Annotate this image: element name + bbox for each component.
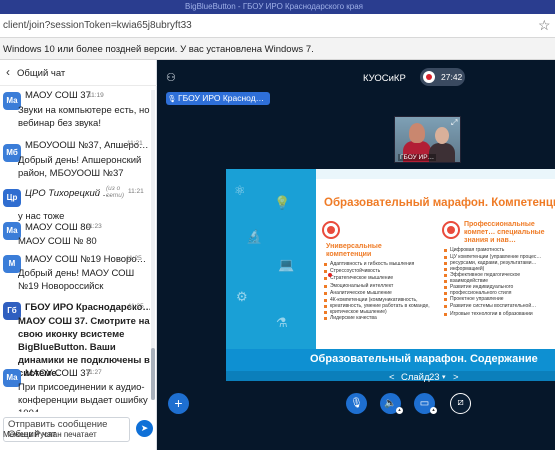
message-time: 11:25 — [126, 255, 142, 262]
chevron-left-icon[interactable]: ‹ — [6, 65, 10, 79]
message-time: 11:25 — [128, 303, 144, 310]
screen-share-button[interactable]: ⧄ — [450, 393, 471, 414]
chat-scrollbar[interactable] — [151, 90, 155, 400]
list-item: Лидерские качества — [324, 315, 430, 322]
browser-tab-bar: BigBlueButton - ГБОУ ИРО Краснодарского … — [0, 0, 555, 14]
actions-plus-button[interactable]: + — [168, 393, 189, 414]
send-button[interactable]: ➤ — [136, 420, 153, 437]
scrollbar-thumb[interactable] — [151, 348, 155, 400]
microscope-icon: 🔬 — [246, 229, 263, 244]
left-competence-list: Адаптивность и гибкость мышления Стрессо… — [324, 261, 430, 322]
expand-icon[interactable]: ⤢ — [451, 118, 457, 128]
audio-options-caret-icon[interactable]: ▴ — [396, 407, 403, 414]
warning-message: Windows 10 или более поздней версии. У в… — [3, 44, 314, 55]
typing-indicator: Межеев Руслан печатает — [3, 430, 97, 439]
chat-message-list: Ма МАОУ СОШ 37 11:19 Звуки на компьютере… — [0, 88, 150, 412]
gear-icon: ⚙ — [236, 289, 248, 304]
message-status: (из о сети) — [106, 185, 124, 199]
meeting-title: КУОСиКР — [363, 73, 406, 84]
list-item: Игровые технологии в образовании — [444, 311, 541, 318]
message-time: 11:21 — [127, 140, 143, 147]
message-sender: МАОУ СОШ 37 — [25, 368, 91, 379]
slide-label: Слайд — [401, 372, 430, 383]
previous-slide-button[interactable]: < — [389, 372, 395, 383]
right-competence-list: Цифровая грамотность ЦУ компетенции (упр… — [444, 247, 541, 318]
slide-title: Образовательный марафон. Компетенции — [324, 197, 555, 209]
list-item: Стрессоустойчивость — [324, 268, 430, 275]
camera-options-caret-icon[interactable]: ▴ — [430, 407, 437, 414]
universal-competence-icon — [322, 221, 340, 239]
message-sender: МАОУ СОШ 37 — [25, 90, 91, 101]
slide-top-stripe — [316, 169, 555, 179]
slide-navigation: < Слайд 23 ▾ > — [385, 372, 465, 385]
atom-icon: ⚛ — [234, 183, 246, 198]
message-text: Звуки на компьютере есть, но вебинар без… — [18, 105, 150, 129]
laptop-icon: 💻 — [278, 257, 295, 272]
browser-tab-title[interactable]: BigBlueButton - ГБОУ ИРО Краснодарского … — [185, 2, 363, 11]
speaker-icon: 🔈 — [384, 398, 397, 409]
webcam-person-head — [435, 127, 449, 144]
chevron-down-icon[interactable]: ▾ — [442, 373, 446, 381]
user-list-toggle-icon[interactable]: ⚇ — [166, 71, 176, 84]
message-time: 11:19 — [88, 92, 104, 99]
message-time: 11:23 — [86, 223, 102, 230]
left-column-heading: Универсальные компетенции — [326, 243, 382, 258]
presenter-name: ГБОУ ИРО Краснод… — [178, 93, 265, 103]
right-column-heading: Профессиональные компет… специальные зна… — [464, 221, 545, 244]
plus-icon: + — [174, 395, 183, 411]
message-time: 11:27 — [86, 369, 102, 376]
presenter-pointer — [328, 273, 332, 277]
camera-icon: ▭ — [419, 398, 430, 409]
microphone-icon: 🎙 — [350, 398, 363, 409]
professional-competence-icon — [442, 221, 460, 239]
presentation-slide: ⚛ 💡 🔬 💻 ⚙ ⚗ Образовательный марафон. Ком… — [226, 169, 555, 381]
next-slide-button[interactable]: > — [453, 372, 459, 383]
url-text[interactable]: client/join?sessionToken=kwia65j8ubryft3… — [3, 20, 192, 31]
chat-panel: ‹ Общий чат Ма МАОУ СОШ 37 11:19 Звуки н… — [0, 60, 157, 450]
screen-share-icon: ⧄ — [457, 397, 464, 408]
message-text: Добрый день! Апшеронский район, МБОУООШ … — [18, 155, 142, 179]
webcam-person-head — [409, 123, 425, 143]
lightbulb-icon: 💡 — [274, 195, 291, 210]
avatar: Цр — [3, 189, 21, 207]
bookmark-star-icon[interactable]: ☆ — [538, 17, 551, 34]
next-slide-title: Образовательный марафон. Содержание — [310, 353, 538, 365]
list-item: Эмоциональный интеллект — [324, 283, 430, 290]
recording-indicator[interactable]: 27:42 — [420, 68, 465, 86]
webcam-label: ГБОУ ИР… — [398, 154, 437, 161]
chat-header: ‹ Общий чат — [0, 60, 157, 86]
message-time: 11:21 — [128, 188, 144, 195]
slide-number-select[interactable]: 23 — [429, 372, 440, 383]
message-sender: ЦРО Тихорецкий … — [25, 188, 113, 199]
message-text: При присоединении к аудио-конференции вы… — [18, 382, 148, 412]
presenter-talking-chip: 🎙 ГБОУ ИРО Краснод… — [166, 92, 271, 105]
flask-icon: ⚗ — [276, 315, 288, 330]
list-item: Цифровая грамотность — [444, 247, 541, 254]
webcam-tile[interactable]: ГБОУ ИР… ⤢ — [394, 116, 461, 163]
message-text: МАОУ СОШ № 80 — [18, 236, 97, 247]
list-item: Стратегическое мышление — [324, 275, 430, 282]
recording-time: 27:42 — [441, 72, 463, 82]
send-arrow-icon: ➤ — [140, 423, 149, 433]
message-sender: МАОУ СОШ 80 — [25, 222, 91, 233]
list-item: Аналитическое мышление — [324, 290, 430, 297]
chat-title: Общий чат — [17, 68, 66, 79]
list-item: Развитие системы воспитательной… — [444, 303, 541, 310]
record-icon — [423, 71, 435, 83]
browser-warning-bar: Windows 10 или более поздней версии. У в… — [0, 38, 555, 60]
message-text: Добрый день! МАОУ СОШ №19 Новороссийск — [18, 268, 135, 292]
microphone-button[interactable]: 🎙 — [346, 393, 367, 414]
meeting-area: ⚇ КУОСиКР 27:42 🎙 ГБОУ ИРО Краснод… ГБОУ … — [157, 60, 555, 450]
address-bar[interactable]: client/join?sessionToken=kwia65j8ubryft3… — [0, 14, 555, 38]
microphone-icon: 🎙 — [167, 96, 177, 103]
